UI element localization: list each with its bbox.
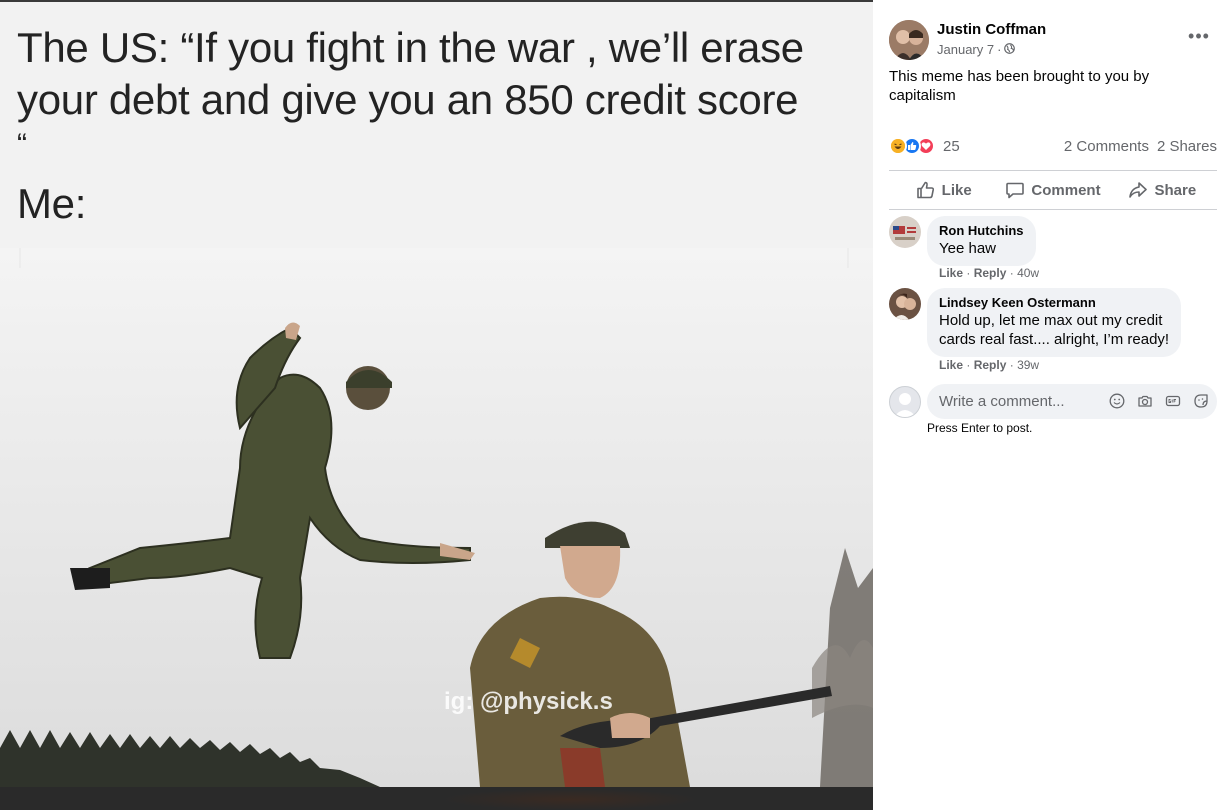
meme-caption-line-4: Me: <box>17 180 87 227</box>
engagement-counts: 2 Comments 2 Shares <box>1064 138 1217 155</box>
author-name[interactable]: Justin Coffman <box>937 21 1046 38</box>
meta-dot: · <box>966 266 974 280</box>
reactions-summary[interactable]: 25 <box>889 137 960 155</box>
facebook-photo-viewer: The US: “If you fight in the war , we’ll… <box>0 0 1221 810</box>
soldiers-photo <box>0 248 873 787</box>
meme-photo <box>0 248 873 787</box>
more-options-button[interactable]: ••• <box>1185 27 1213 48</box>
press-enter-hint: Press Enter to post. <box>927 421 1033 435</box>
comment-text-line-2: cards real fast.... alright, I’m ready! <box>939 331 1170 348</box>
comment-composer: Write a comment... <box>889 384 1219 420</box>
meta-separator: · <box>997 42 1002 57</box>
comment-icon <box>1005 180 1025 200</box>
comment-reply-link[interactable]: Reply <box>974 358 1007 372</box>
commenter-name[interactable]: Ron Hutchins <box>939 223 1024 239</box>
viewer-bottom-strip <box>0 787 873 810</box>
author-avatar[interactable] <box>889 20 929 60</box>
comment-time[interactable]: 39w <box>1017 358 1039 372</box>
commenter-avatar[interactable] <box>889 288 921 320</box>
haha-face-svg <box>891 139 905 153</box>
comment-meta: Like · Reply · 40w <box>939 266 1039 280</box>
emoji-icon[interactable] <box>1109 393 1125 409</box>
divider-bottom <box>889 209 1217 210</box>
commenter-avatar-photo <box>889 288 921 320</box>
comment-input-placeholder: Write a comment... <box>939 393 1065 410</box>
post-panel: Justin Coffman January 7 · ••• This meme… <box>873 0 1221 810</box>
share-arrow-svg <box>1129 182 1148 198</box>
meme-watermark: ig: @physick.s <box>444 688 613 715</box>
share-button[interactable]: Share <box>1108 172 1217 208</box>
gif-icon[interactable] <box>1165 393 1181 409</box>
meme-caption-line-1: The US: “If you fight in the war , we’ll… <box>17 24 804 71</box>
meme-caption-line-3: “ <box>17 128 27 161</box>
comment-reply-link[interactable]: Reply <box>974 266 1007 280</box>
like-button-label: Like <box>941 181 972 199</box>
meta-dot: · <box>1009 358 1018 372</box>
default-user-avatar-svg <box>894 393 916 417</box>
meme-caption: The US: “If you fight in the war , we’ll… <box>0 2 873 250</box>
composer-icons <box>1109 393 1209 409</box>
speech-bubble-svg <box>1006 182 1025 199</box>
globe-icon-svg <box>1004 43 1016 54</box>
emoji-icon-svg <box>1109 393 1125 409</box>
camera-icon-svg <box>1138 395 1152 407</box>
commenter-name[interactable]: Lindsey Keen Ostermann <box>939 295 1169 311</box>
sticker-icon-svg <box>1194 394 1208 408</box>
haha-reaction-icon <box>889 137 907 155</box>
comment-button[interactable]: Comment <box>998 172 1107 208</box>
thumbs-up-svg <box>908 142 917 150</box>
divider-top <box>889 170 1217 171</box>
post-meta: January 7 · <box>937 42 1016 57</box>
post-date[interactable]: January 7 <box>937 42 994 57</box>
current-user-avatar[interactable] <box>889 386 921 418</box>
post-actions: Like Comment Share <box>889 172 1217 208</box>
comment-text: Yee haw <box>939 240 996 257</box>
share-icon <box>1128 180 1148 200</box>
comment-bubble: Lindsey Keen Ostermann Hold up, let me m… <box>927 288 1182 357</box>
globe-icon <box>1004 42 1016 57</box>
comments-count[interactable]: 2 Comments <box>1064 138 1149 155</box>
photo-viewer: The US: “If you fight in the war , we’ll… <box>0 0 873 810</box>
like-button[interactable]: Like <box>889 172 998 208</box>
commenter-avatar[interactable] <box>889 216 921 248</box>
sticker-icon[interactable] <box>1193 393 1209 409</box>
meta-dot: · <box>1009 266 1018 280</box>
author-avatar-photo <box>889 20 929 60</box>
meme-caption-line-2: your debt and give you an 850 credit sco… <box>17 76 799 123</box>
heart-svg <box>921 142 931 150</box>
comment-like-link[interactable]: Like <box>939 266 963 280</box>
commenter-avatar-photo <box>889 216 921 248</box>
reaction-count: 25 <box>943 137 960 155</box>
thumbs-up-outline-svg <box>916 181 934 199</box>
comment-button-label: Comment <box>1031 181 1101 199</box>
meta-dot: · <box>966 358 974 372</box>
meme-image[interactable]: The US: “If you fight in the war , we’ll… <box>0 2 873 787</box>
next-image-preview <box>440 789 700 810</box>
comment-item: Lindsey Keen Ostermann Hold up, let me m… <box>889 288 1219 378</box>
comment-item: Ron Hutchins Yee haw Like · Reply · 40w <box>889 216 1219 286</box>
comment-bubble: Ron Hutchins Yee haw <box>927 216 1036 266</box>
comment-input[interactable]: Write a comment... <box>927 384 1217 419</box>
shares-count[interactable]: 2 Shares <box>1157 138 1217 155</box>
comment-time[interactable]: 40w <box>1017 266 1039 280</box>
comment-like-link[interactable]: Like <box>939 358 963 372</box>
share-button-label: Share <box>1154 181 1197 199</box>
comment-meta: Like · Reply · 39w <box>939 358 1039 372</box>
camera-icon[interactable] <box>1137 393 1153 409</box>
gif-icon-svg <box>1165 395 1181 407</box>
thumbs-up-icon <box>916 180 936 200</box>
post-text: This meme has been brought to you by cap… <box>889 68 1150 104</box>
comment-text-line-1: Hold up, let me max out my credit <box>939 312 1163 329</box>
